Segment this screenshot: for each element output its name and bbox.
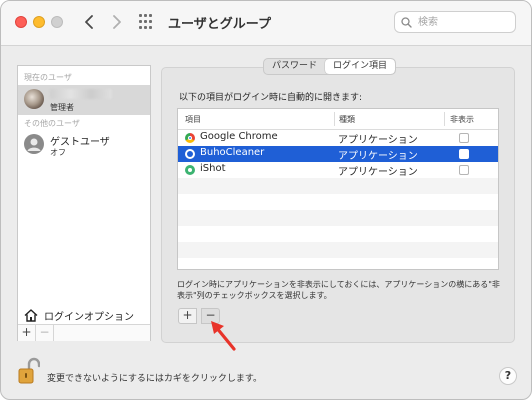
other-users-section-label: その他のユーザ (24, 119, 80, 128)
ishot-icon (185, 165, 195, 175)
search-input[interactable] (416, 15, 510, 29)
add-login-item-button[interactable]: + (178, 308, 197, 324)
item-kind: アプリケーション (338, 151, 418, 162)
guest-user-name: ゲストユーザ (50, 137, 110, 148)
guest-avatar (24, 134, 44, 154)
empty-row (178, 194, 498, 210)
redacted-user-name (50, 89, 112, 99)
close-button[interactable] (15, 16, 27, 28)
item-kind: アプリケーション (338, 167, 418, 178)
search-field[interactable] (394, 11, 516, 33)
empty-row (178, 178, 498, 194)
current-user-row[interactable]: 管理者 (18, 85, 150, 115)
empty-row (178, 258, 498, 269)
table-row[interactable]: Google Chrome アプリケーション (178, 130, 498, 146)
search-icon (401, 16, 412, 28)
item-name: BuhoCleaner (200, 147, 265, 158)
person-silhouette-icon (27, 138, 41, 151)
forward-button[interactable] (107, 12, 127, 32)
red-arrow-annotation-icon (211, 321, 236, 351)
hide-checkbox[interactable] (459, 149, 469, 159)
column-header-hide[interactable]: 非表示 (450, 114, 474, 125)
guest-user-status: オフ (50, 148, 66, 157)
current-user-section-label: 現在のユーザ (24, 73, 72, 82)
hide-checkbox[interactable] (459, 165, 469, 175)
login-options-button[interactable]: ログインオプション (24, 306, 134, 324)
buhocleaner-icon (185, 149, 195, 159)
item-name: iShot (200, 163, 226, 174)
tab-login-items[interactable]: ログイン項目 (325, 59, 396, 74)
remove-user-button[interactable]: − (36, 325, 54, 341)
google-chrome-icon (185, 133, 195, 143)
minimize-button[interactable] (33, 16, 45, 28)
login-options-label: ログインオプション (44, 311, 134, 323)
hide-checkbox-note: ログイン時にアプリケーションを非表示にしておくには、アプリケーションの横にある"… (177, 280, 500, 300)
window-title: ユーザとグループ (168, 17, 271, 32)
table-row[interactable]: iShot アプリケーション (178, 162, 498, 178)
unlocked-padlock-icon[interactable] (18, 357, 40, 385)
show-all-grid-icon[interactable] (139, 14, 155, 30)
back-button[interactable] (79, 12, 99, 32)
tab-segmented-control: パスワード ログイン項目 (263, 58, 397, 75)
tab-password[interactable]: パスワード (264, 59, 325, 74)
add-user-button[interactable]: + (18, 325, 36, 341)
user-avatar (24, 89, 44, 109)
login-items-instruction: 以下の項目がログイン時に自動的に開きます: (179, 93, 363, 103)
column-header-item[interactable]: 項目 (185, 114, 201, 125)
house-icon (24, 308, 38, 322)
column-header-kind[interactable]: 種類 (339, 114, 355, 125)
table-row[interactable]: BuhoCleaner アプリケーション (178, 146, 498, 162)
hide-checkbox[interactable] (459, 133, 469, 143)
help-button[interactable]: ? (499, 367, 517, 385)
toolbar: ユーザとグループ (1, 1, 531, 46)
item-kind: アプリケーション (338, 135, 418, 146)
zoom-button[interactable] (51, 16, 63, 28)
chevron-right-icon (113, 15, 121, 29)
table-header: 項目 種類 非表示 (178, 109, 498, 130)
chevron-left-icon (85, 15, 93, 29)
item-name: Google Chrome (200, 131, 278, 142)
empty-row (178, 226, 498, 242)
empty-row (178, 210, 498, 226)
user-role: 管理者 (50, 103, 74, 112)
empty-row (178, 242, 498, 258)
sidebar-add-remove-bar: + − (18, 324, 150, 341)
guest-user-row[interactable]: ゲストユーザ オフ (18, 130, 150, 160)
lock-hint-text: 変更できないようにするにはカギをクリックします。 (47, 374, 263, 384)
login-items-table: 項目 種類 非表示 Google Chrome アプリケーション BuhoCle… (177, 108, 499, 270)
system-preferences-window: ユーザとグループ 現在のユーザ 管理者 その他のユーザ ゲストユーザ オフ ログ… (0, 0, 532, 400)
users-sidebar: 現在のユーザ 管理者 その他のユーザ ゲストユーザ オフ ログインオプション +… (17, 65, 151, 341)
